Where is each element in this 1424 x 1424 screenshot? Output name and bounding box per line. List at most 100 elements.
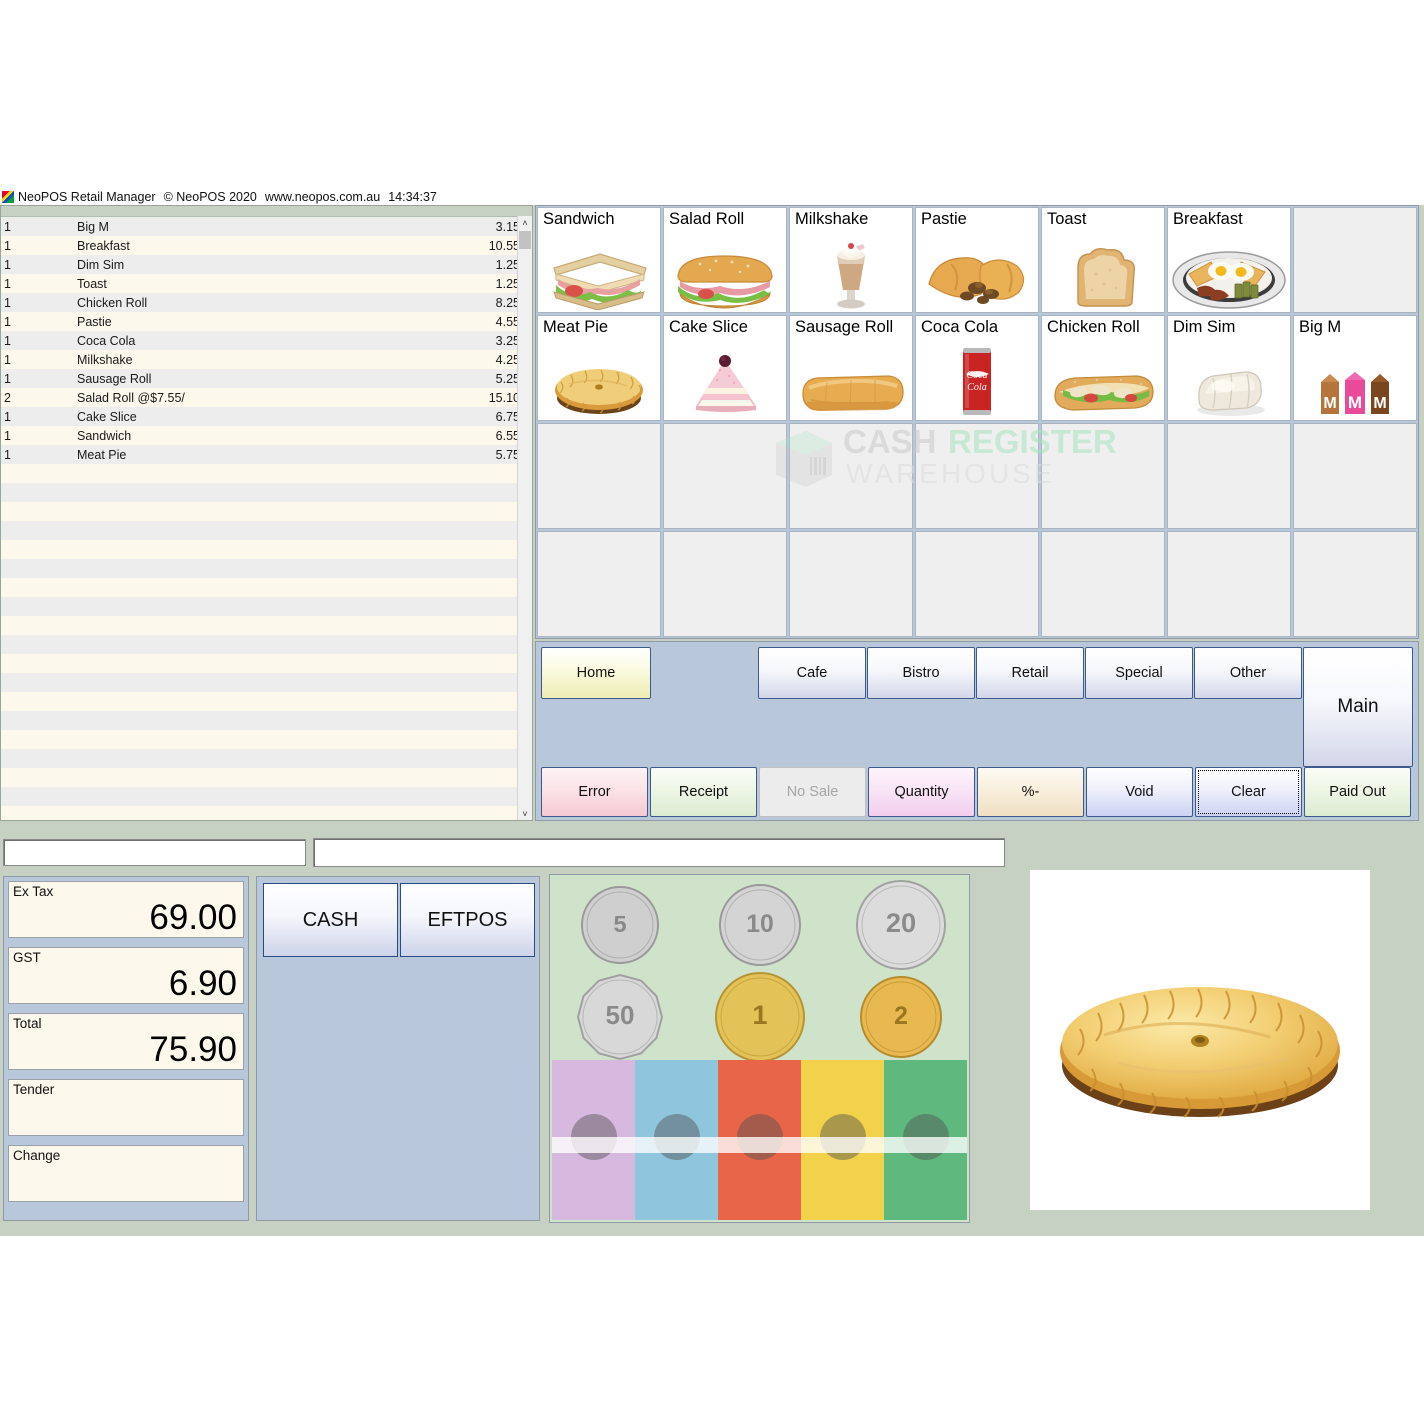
- table-row[interactable]: 1 Milkshake 4.25: [1, 350, 532, 369]
- product-cell-empty[interactable]: [537, 531, 661, 637]
- table-row[interactable]: [1, 464, 532, 483]
- coca-cola-icon: Coca Cola: [916, 348, 1038, 418]
- product-cell-salad-roll[interactable]: Salad Roll: [663, 207, 787, 313]
- scroll-thumb[interactable]: [519, 231, 531, 249]
- function-button-void[interactable]: Void: [1086, 767, 1193, 817]
- tab-other[interactable]: Other: [1194, 647, 1302, 699]
- tab-retail[interactable]: Retail: [976, 647, 1084, 699]
- product-cell-sandwich[interactable]: Sandwich: [537, 207, 661, 313]
- table-row[interactable]: [1, 578, 532, 597]
- function-button-[interactable]: %-: [977, 767, 1084, 817]
- table-row[interactable]: [1, 673, 532, 692]
- table-row[interactable]: 1 Pastie 4.55: [1, 312, 532, 331]
- table-row[interactable]: 1 Meat Pie 5.75: [1, 445, 532, 464]
- scan-input-left[interactable]: [3, 839, 306, 866]
- table-row[interactable]: [1, 692, 532, 711]
- meat-pie-icon: [538, 354, 660, 418]
- product-cell-empty[interactable]: [915, 423, 1039, 529]
- table-row[interactable]: 2 Salad Roll @$7.55/15.10: [1, 388, 532, 407]
- eftpos-button[interactable]: EFTPOS: [400, 883, 535, 957]
- product-cell-dim-sim[interactable]: Dim Sim: [1167, 315, 1291, 421]
- tab-bistro[interactable]: Bistro: [867, 647, 975, 699]
- product-grid[interactable]: Sandwich Salad Roll Milkshake Pastie Toa…: [536, 206, 1418, 638]
- gst-label: GST: [13, 950, 41, 965]
- table-row[interactable]: 1 Sausage Roll 5.25: [1, 369, 532, 388]
- product-cell-empty[interactable]: [1293, 423, 1417, 529]
- sausage-roll-icon: [790, 354, 912, 418]
- product-cell-cake-slice[interactable]: Cake Slice: [663, 315, 787, 421]
- table-row[interactable]: [1, 597, 532, 616]
- scroll-up-icon[interactable]: ˄: [518, 216, 532, 230]
- neopos-logo-icon: [2, 190, 14, 203]
- table-row[interactable]: 1 Breakfast 10.55: [1, 236, 532, 255]
- product-cell-empty[interactable]: [1041, 423, 1165, 529]
- table-row[interactable]: 1 Dim Sim 1.25: [1, 255, 532, 274]
- product-cell-empty[interactable]: [789, 531, 913, 637]
- tender-box[interactable]: Tender: [8, 1079, 244, 1136]
- row-price: 1.25: [495, 257, 520, 272]
- product-cell-big-m[interactable]: Big M M M M: [1293, 315, 1417, 421]
- table-row[interactable]: [1, 540, 532, 559]
- function-button-clear[interactable]: Clear: [1195, 767, 1302, 817]
- tab-special[interactable]: Special: [1085, 647, 1193, 699]
- svg-text:20: 20: [886, 907, 916, 938]
- table-row[interactable]: [1, 483, 532, 502]
- product-cell-toast[interactable]: Toast: [1041, 207, 1165, 313]
- row-name: Toast: [77, 276, 107, 291]
- product-cell-empty[interactable]: [915, 531, 1039, 637]
- product-cell-empty[interactable]: [1041, 531, 1165, 637]
- table-row[interactable]: 1 Cake Slice 6.75: [1, 407, 532, 426]
- tab-cafe[interactable]: Cafe: [758, 647, 866, 699]
- table-row[interactable]: [1, 502, 532, 521]
- table-row[interactable]: 1 Chicken Roll 8.25: [1, 293, 532, 312]
- table-row[interactable]: [1, 711, 532, 730]
- product-cell-breakfast[interactable]: Breakfast: [1167, 207, 1291, 313]
- row-qty: 1: [4, 371, 11, 386]
- product-cell-sausage-roll[interactable]: Sausage Roll: [789, 315, 913, 421]
- product-cell-pastie[interactable]: Pastie: [915, 207, 1039, 313]
- scroll-down-icon[interactable]: ˅: [518, 807, 532, 820]
- table-row[interactable]: 1 Coca Cola 3.25: [1, 331, 532, 350]
- button-panel: Home Cafe Bistro Retail Special Other Ma…: [535, 641, 1419, 821]
- row-qty: 1: [4, 295, 11, 310]
- product-cell-empty[interactable]: [1167, 423, 1291, 529]
- table-row[interactable]: [1, 749, 532, 768]
- milkshake-icon: [790, 243, 912, 310]
- table-row[interactable]: 1 Big M 3.15: [1, 217, 532, 236]
- home-button[interactable]: Home: [541, 647, 651, 699]
- main-button[interactable]: Main: [1303, 647, 1413, 767]
- transaction-list-panel[interactable]: 1 Big M 3.15 1 Breakfast 10.55 1 Dim Sim 1.25 1 To…: [0, 205, 533, 821]
- product-cell-coca-cola[interactable]: Coca Cola Coca Cola: [915, 315, 1039, 421]
- table-row[interactable]: [1, 768, 532, 787]
- product-cell-empty[interactable]: [537, 423, 661, 529]
- table-row[interactable]: [1, 616, 532, 635]
- payment-panel: CASH EFTPOS: [256, 876, 540, 1221]
- table-row[interactable]: [1, 521, 532, 540]
- transaction-scrollbar[interactable]: ˄ ˅: [517, 216, 532, 820]
- product-cell-empty[interactable]: [663, 423, 787, 529]
- description-input-right[interactable]: [313, 838, 1005, 867]
- product-cell-empty[interactable]: [789, 423, 913, 529]
- table-row[interactable]: [1, 787, 532, 806]
- function-button-error[interactable]: Error: [541, 767, 648, 817]
- cash-button[interactable]: CASH: [263, 883, 398, 957]
- table-row[interactable]: [1, 635, 532, 654]
- function-button-receipt[interactable]: Receipt: [650, 767, 757, 817]
- function-button-quantity[interactable]: Quantity: [868, 767, 975, 817]
- product-cell-empty[interactable]: [1293, 207, 1417, 313]
- function-button-paid-out[interactable]: Paid Out: [1304, 767, 1411, 817]
- product-cell-empty[interactable]: [663, 531, 787, 637]
- product-cell-empty[interactable]: [1167, 531, 1291, 637]
- table-row[interactable]: 1 Toast 1.25: [1, 274, 532, 293]
- product-cell-meat-pie[interactable]: Meat Pie: [537, 315, 661, 421]
- table-row[interactable]: [1, 654, 532, 673]
- product-cell-chicken-roll[interactable]: Chicken Roll: [1041, 315, 1165, 421]
- product-cell-milkshake[interactable]: Milkshake: [789, 207, 913, 313]
- table-row[interactable]: [1, 559, 532, 578]
- chicken-roll-icon: [1042, 354, 1164, 418]
- table-row[interactable]: 1 Sandwich 6.55: [1, 426, 532, 445]
- product-cell-empty[interactable]: [1293, 531, 1417, 637]
- table-row[interactable]: [1, 730, 532, 749]
- table-row[interactable]: [1, 806, 532, 820]
- transaction-rows[interactable]: 1 Big M 3.15 1 Breakfast 10.55 1 Dim Sim 1.25 1 To…: [1, 217, 532, 820]
